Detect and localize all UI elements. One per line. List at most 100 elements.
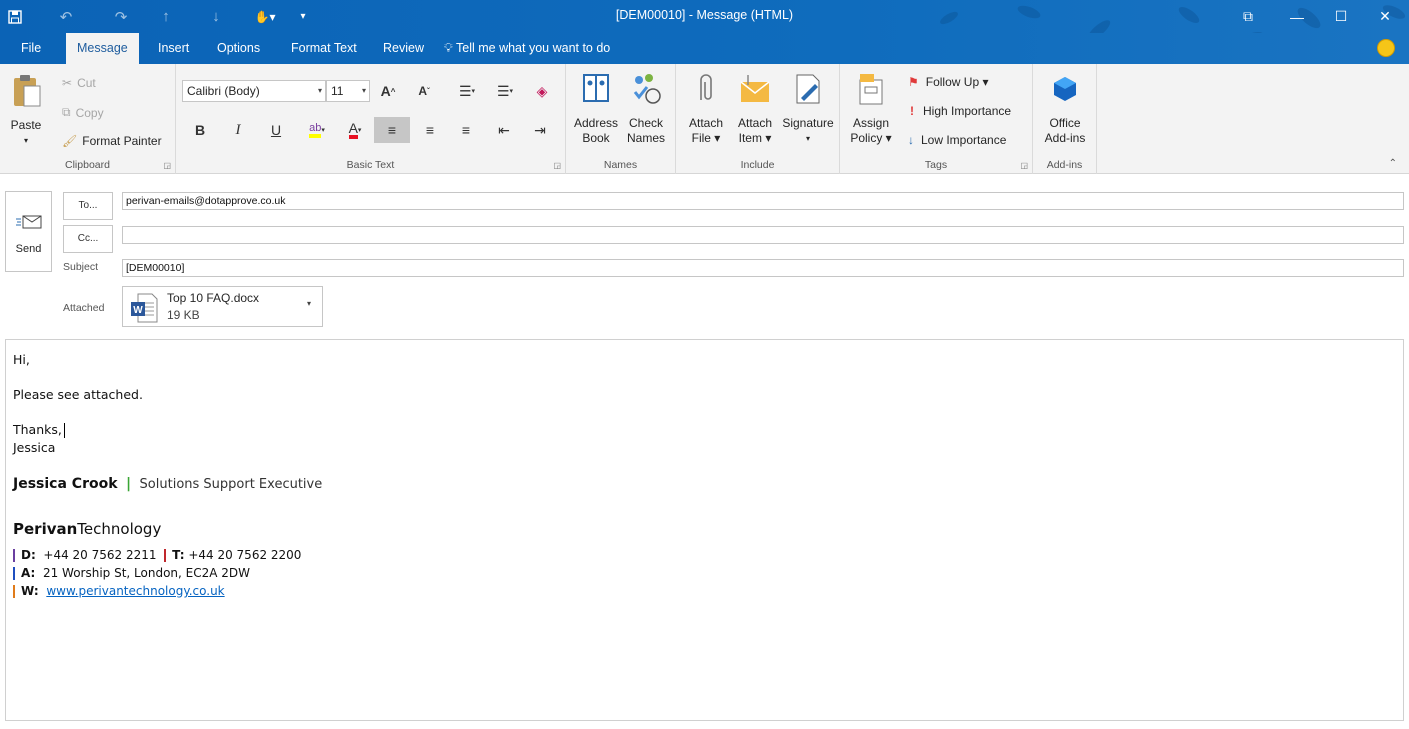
undo-icon[interactable]: ↶ [53, 0, 79, 33]
attachment-card[interactable]: W Top 10 FAQ.docx 19 KB ▾ [122, 286, 323, 327]
clear-formatting-icon[interactable]: ◈ [530, 80, 554, 102]
font-size-select[interactable]: 11 ▾ [326, 80, 370, 102]
signature-button[interactable]: Signature ▾ [780, 72, 836, 146]
thanks-text: Thanks, [13, 422, 62, 437]
numbering-button[interactable]: ☰ ▾ [488, 80, 522, 102]
grow-font-button[interactable]: A ^ [376, 80, 400, 102]
bold-button[interactable]: B [188, 119, 212, 141]
signature-label-2: ▾ [805, 134, 810, 143]
attachment-name: Top 10 FAQ.docx [167, 291, 260, 305]
high-importance-button[interactable]: ! High Importance [910, 104, 1011, 118]
message-body[interactable]: Hi, Please see attached. Thanks, Jessica… [5, 339, 1404, 721]
subject-field[interactable]: [DEM00010] [122, 259, 1404, 277]
attach-item-button[interactable]: Attach Item ▾ [732, 72, 778, 146]
tab-options[interactable]: Options [206, 33, 271, 64]
word-document-icon: W [131, 293, 158, 323]
basic-text-group-label: Basic Text [346, 159, 395, 171]
paste-button[interactable]: Paste ▾ [6, 72, 46, 148]
format-painter-button[interactable]: 🖌︎ Format Painter [62, 134, 162, 148]
text-cursor [63, 423, 65, 438]
tel-phone: +44 20 7562 2200 [188, 548, 302, 562]
address-book-button[interactable]: Address Book [572, 72, 620, 146]
ribbon-display-options-icon[interactable]: ⧉ [1225, 0, 1271, 33]
address-label: A: [21, 566, 36, 580]
red-bar [164, 548, 167, 562]
title-bar: ↶ ↷ ↑ ↓ ✋▾ ▾ [DEM00010] - Message (HTML)… [0, 0, 1409, 56]
align-center-button[interactable]: ≡ [418, 119, 442, 141]
copy-label: Copy [75, 105, 104, 120]
tell-me-box[interactable]: 💡︎ Tell me what you want to do [444, 33, 610, 64]
up-arrow-icon[interactable]: ↑ [153, 0, 179, 33]
to-field[interactable]: perivan-emails@dotapprove.co.uk [122, 192, 1404, 210]
signature-separator: | [125, 476, 132, 492]
increase-indent-button[interactable]: ⇥ [528, 119, 552, 141]
touch-mode-icon[interactable]: ✋▾ [248, 0, 282, 33]
save-icon[interactable] [2, 0, 28, 33]
check-names-label-1: Check [628, 116, 663, 130]
align-left-icon: ≡ [387, 122, 397, 138]
attach-file-label-2: File ▾ [691, 131, 721, 145]
body-line: Please see attached. [13, 387, 143, 402]
cut-button[interactable]: ✂ Cut [62, 76, 96, 90]
italic-button[interactable]: I [226, 119, 250, 141]
feedback-smiley-icon[interactable] [1377, 39, 1395, 57]
low-importance-button[interactable]: ↓ Low Importance [908, 133, 1006, 147]
signature-name-line: Jessica Crook | Solutions Support Execut… [13, 476, 322, 492]
tab-review[interactable]: Review [372, 33, 435, 64]
dialog-launcher-icon[interactable]: ◲ [553, 161, 561, 170]
names-group-label: Names [603, 159, 638, 171]
copy-button[interactable]: ⧉ Copy [62, 105, 104, 120]
dialog-launcher-icon[interactable]: ◲ [1020, 161, 1028, 170]
attach-file-button[interactable]: Attach File ▾ [682, 72, 730, 146]
tel-label: T: [172, 548, 185, 562]
tab-message[interactable]: Message [66, 33, 139, 64]
font-color-button[interactable]: A ▾ [338, 119, 372, 141]
tab-file[interactable]: File [10, 33, 52, 64]
font-name-select[interactable]: Calibri (Body) ▾ [182, 80, 326, 102]
close-button[interactable]: ✕ [1362, 0, 1408, 33]
decrease-indent-icon: ⇤ [498, 121, 510, 138]
cc-field[interactable] [122, 226, 1404, 244]
attachment-dropdown-icon[interactable]: ▾ [307, 299, 311, 308]
blue-bar [13, 566, 15, 580]
align-right-icon: ≡ [461, 122, 471, 138]
align-left-button[interactable]: ≡ [374, 117, 410, 143]
check-names-button[interactable]: Check Names [622, 72, 670, 146]
bullets-button[interactable]: ☰ ▾ [450, 80, 484, 102]
check-names-label-2: Names [626, 131, 665, 145]
send-button[interactable]: Send [5, 191, 52, 272]
website-link[interactable]: www.perivantechnology.co.uk [46, 584, 224, 598]
cc-button[interactable]: Cc... [63, 225, 113, 253]
dialog-launcher-icon[interactable]: ◲ [163, 161, 171, 170]
tab-format-text[interactable]: Format Text [280, 33, 368, 64]
collapse-ribbon-icon[interactable]: ⌃ [1389, 158, 1397, 169]
svg-text:W: W [133, 305, 143, 316]
follow-up-button[interactable]: ⚑ Follow Up ▾ [908, 75, 988, 89]
office-addins-button[interactable]: Office Add-ins [1039, 72, 1091, 146]
highlight-button[interactable]: ab ▾ [300, 119, 334, 141]
company-name: PerivanTechnology [13, 520, 161, 538]
phone-line: D: +44 20 7562 2211 T: +44 20 7562 2200 [13, 548, 301, 562]
website-label: W: [21, 584, 39, 598]
maximize-button[interactable]: ☐ [1318, 0, 1364, 33]
font-name-value: Calibri (Body) [187, 84, 260, 98]
envelope-icon [740, 75, 770, 102]
to-button[interactable]: To... [63, 192, 113, 220]
minimize-button[interactable]: — [1274, 0, 1320, 33]
customize-icon[interactable]: ▾ [290, 0, 316, 33]
decrease-indent-button[interactable]: ⇤ [492, 119, 516, 141]
basic-text-group: Calibri (Body) ▾ 11 ▾ A ^ Aˇ ☰ ▾ ☰ ▾ ◈ B I U … [176, 64, 566, 174]
paste-icon [14, 75, 41, 107]
down-arrow-icon[interactable]: ↓ [203, 0, 229, 33]
attach-file-label-1: Attach [688, 116, 724, 130]
redo-icon[interactable]: ↷ [108, 0, 134, 33]
purple-bar [13, 548, 15, 562]
assign-policy-label-1: Assign [852, 116, 890, 130]
align-right-button[interactable]: ≡ [454, 119, 478, 141]
shrink-font-button[interactable]: Aˇ [412, 80, 436, 102]
assign-policy-button[interactable]: Assign Policy ▾ [846, 72, 896, 146]
office-addins-icon [1054, 77, 1076, 101]
underline-button[interactable]: U [264, 119, 288, 141]
tab-insert[interactable]: Insert [147, 33, 200, 64]
clipboard-group: Paste ▾ ✂ Cut ⧉ Copy 🖌︎ Format Painter Clip… [0, 64, 176, 174]
